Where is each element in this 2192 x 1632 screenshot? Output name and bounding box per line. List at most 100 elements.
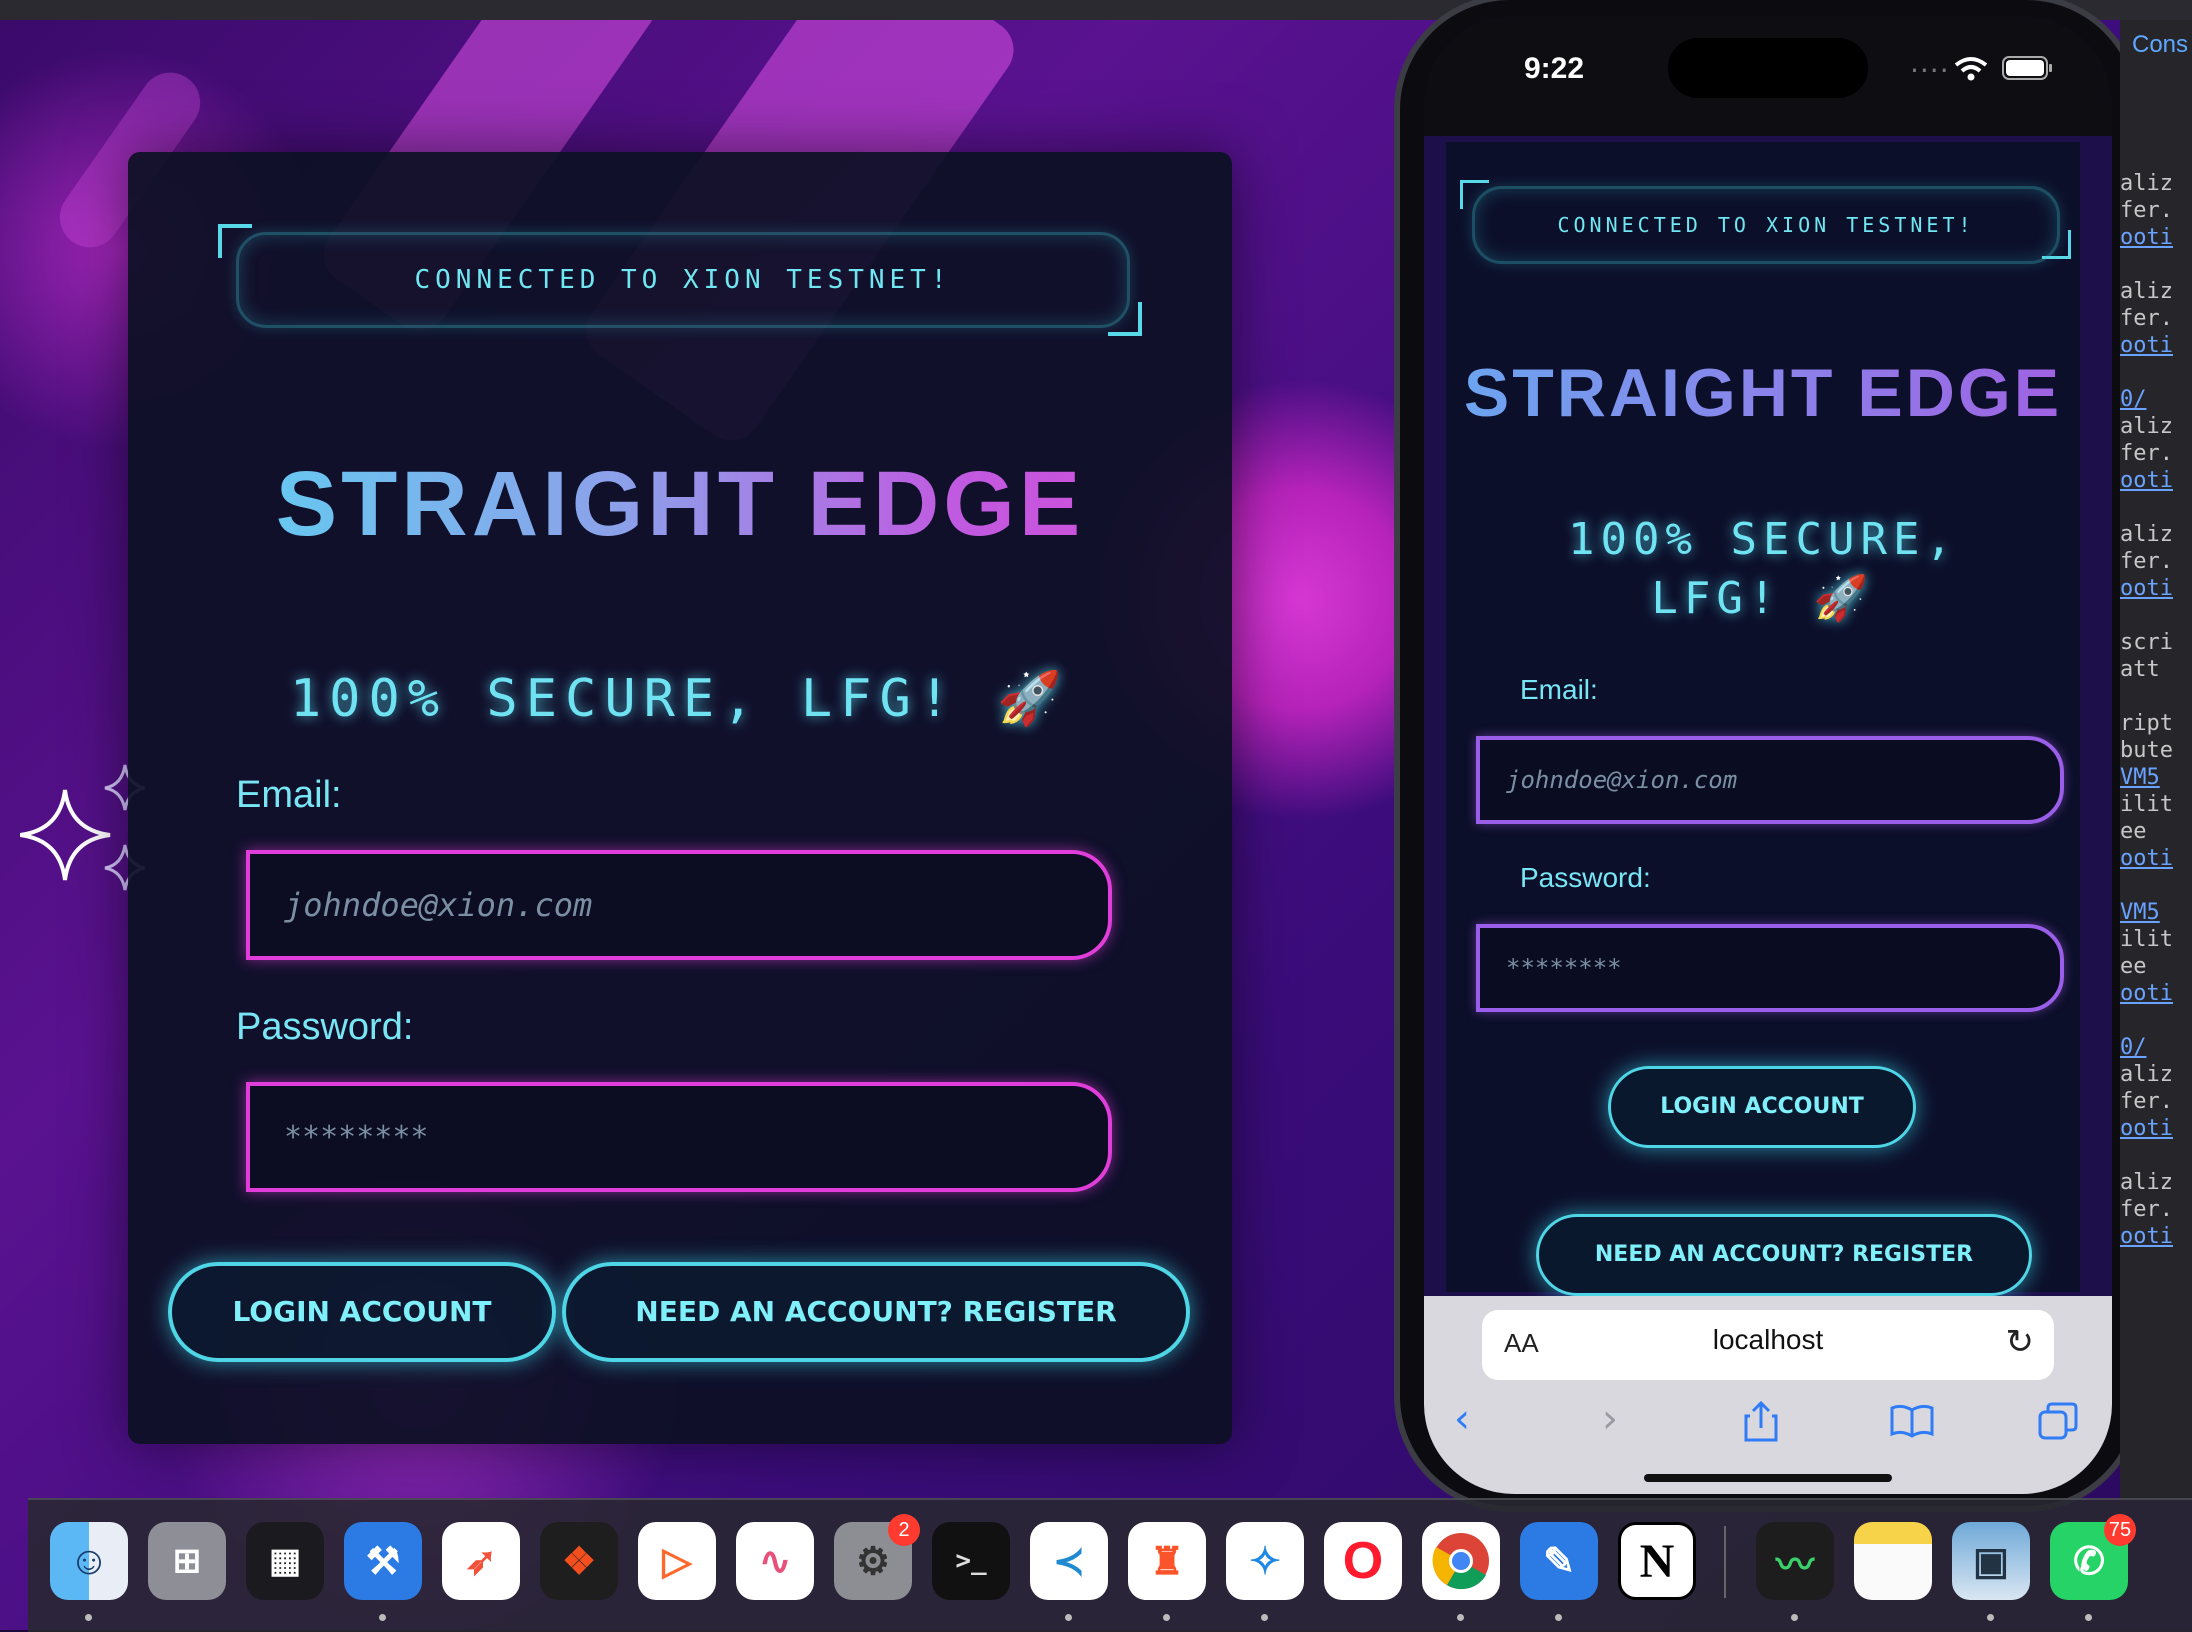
running-indicator	[1065, 1614, 1072, 1621]
email-field[interactable]	[1476, 736, 2064, 824]
reload-icon[interactable]: ↻	[2006, 1322, 2035, 1362]
running-indicator	[379, 1614, 386, 1621]
dock: ☺ ⊞ ▦ ⚒ ➶ ❖ ▷ ∿ ⚙ 2 >_ ≺ ♜ ✧ O ✎ N 〰 ▣ ✆ 7…	[28, 1498, 2192, 1632]
console-line: ilit	[2120, 792, 2173, 817]
console-line: fer.	[2120, 306, 2173, 331]
email-label: Email:	[236, 774, 342, 816]
console-line: ilit	[2120, 927, 2173, 952]
dynamic-island	[1668, 38, 1868, 98]
terminal-icon[interactable]: >_	[932, 1522, 1010, 1600]
running-indicator	[85, 1614, 92, 1621]
back-icon[interactable]: ‹	[1454, 1396, 1470, 1442]
running-indicator	[1457, 1614, 1464, 1621]
console-line: ooti	[2120, 1116, 2173, 1141]
simulator-icon[interactable]: ✎	[1520, 1522, 1598, 1600]
connection-banner: CONNECTED TO XION TESTNET!	[236, 232, 1130, 328]
swift-icon[interactable]: ➶	[442, 1522, 520, 1600]
bookmarks-icon[interactable]	[1890, 1404, 1934, 1438]
email-input[interactable]	[1480, 740, 2060, 820]
status-time: 9:22	[1524, 52, 1585, 85]
whatsapp-badge: 75	[2104, 1514, 2136, 1546]
console-line: ooti	[2120, 981, 2173, 1006]
battery-icon	[2002, 56, 2052, 80]
forward-icon[interactable]: ›	[1602, 1396, 1618, 1442]
wifi-icon	[1954, 57, 1988, 81]
tabs-icon[interactable]	[2038, 1402, 2078, 1440]
console-line: bute	[2120, 738, 2173, 763]
infuse-icon[interactable]: ▷	[638, 1522, 716, 1600]
login-button[interactable]: LOGIN ACCOUNT	[1608, 1066, 1916, 1148]
phone-screen: 9:22 .... CONNECTED TO XION TESTNET! STR…	[1424, 16, 2112, 1494]
running-indicator	[1261, 1614, 1268, 1621]
console-line: ooti	[2120, 225, 2173, 250]
console-line: fer.	[2120, 549, 2173, 574]
console-log-lines: aliz fer. ooti aliz fer. ooti 0/aliz fer. ooti al…	[2120, 170, 2192, 1249]
notes-icon[interactable]	[1854, 1522, 1932, 1600]
whatsapp-icon[interactable]: ✆ 75	[2050, 1514, 2136, 1600]
console-line: ooti	[2120, 1224, 2173, 1249]
opera-icon[interactable]: O	[1324, 1522, 1402, 1600]
email-label: Email:	[1520, 674, 1598, 705]
running-indicator	[1791, 1614, 1798, 1621]
address-bar[interactable]: AA localhost ↻	[1482, 1310, 2054, 1380]
app-subtitle: 100% SECURE, LFG! 🚀	[289, 669, 1071, 729]
console-line: fer.	[2120, 1197, 2173, 1222]
connection-banner: CONNECTED TO XION TESTNET!	[1472, 186, 2060, 264]
email-input[interactable]	[250, 854, 1108, 956]
console-line: ee	[2120, 819, 2147, 844]
notion-icon[interactable]: N	[1618, 1522, 1696, 1600]
console-line: scri	[2120, 630, 2173, 655]
password-label: Password:	[1520, 862, 1651, 893]
running-indicator	[1987, 1614, 1994, 1621]
vscode-icon[interactable]: ≺	[1030, 1522, 1108, 1600]
status-bar: 9:22 ....	[1424, 16, 2112, 136]
running-indicator	[2085, 1614, 2092, 1621]
console-line: 0/	[2120, 1035, 2147, 1060]
password-field[interactable]	[1476, 924, 2064, 1012]
login-button[interactable]: LOGIN ACCOUNT	[168, 1262, 556, 1362]
console-line: ooti	[2120, 333, 2173, 358]
figma-icon[interactable]: ❖	[540, 1522, 618, 1600]
console-line: 0/	[2120, 387, 2147, 412]
finder-icon[interactable]: ☺	[50, 1522, 128, 1600]
freeform-icon[interactable]: ∿	[736, 1522, 814, 1600]
xcode-icon[interactable]: ⚒	[344, 1522, 422, 1600]
console-line: VM5	[2120, 900, 2160, 925]
mission-control-icon[interactable]: ▦	[246, 1522, 324, 1600]
login-card: CONNECTED TO XION TESTNET! STRAIGHT EDGE…	[128, 152, 1232, 1444]
url-text[interactable]: localhost	[1482, 1324, 2054, 1356]
share-icon[interactable]	[1744, 1400, 1778, 1442]
password-input[interactable]	[1480, 928, 2060, 1008]
email-field[interactable]	[246, 850, 1112, 960]
running-indicator	[1163, 1614, 1170, 1621]
app-title: STRAIGHT EDGE	[1446, 354, 2080, 432]
console-line: aliz	[2120, 1062, 2173, 1087]
password-field[interactable]	[246, 1082, 1112, 1192]
brave-icon[interactable]: ♜	[1128, 1522, 1206, 1600]
safari-icon[interactable]: ✧	[1226, 1522, 1304, 1600]
console-line: aliz	[2120, 279, 2173, 304]
chrome-icon[interactable]	[1422, 1522, 1500, 1600]
activity-monitor-icon[interactable]: 〰	[1756, 1522, 1834, 1600]
console-line: ooti	[2120, 576, 2173, 601]
preview-icon[interactable]: ▣	[1952, 1522, 2030, 1600]
console-tab[interactable]: Cons	[2120, 20, 2192, 70]
console-line: ooti	[2120, 468, 2173, 493]
settings-icon[interactable]: ⚙ 2	[834, 1514, 920, 1600]
console-line: aliz	[2120, 171, 2173, 196]
app-subtitle-line2: LFG! 🚀	[1651, 573, 1875, 624]
password-input[interactable]	[250, 1086, 1108, 1188]
home-indicator	[1644, 1474, 1892, 1482]
register-button[interactable]: NEED AN ACCOUNT? REGISTER	[562, 1262, 1190, 1362]
console-line: fer.	[2120, 441, 2173, 466]
app-subtitle-line1: 100% SECURE,	[1568, 514, 1958, 565]
register-button[interactable]: NEED AN ACCOUNT? REGISTER	[1536, 1214, 2032, 1296]
launchpad-icon[interactable]: ⊞	[148, 1522, 226, 1600]
